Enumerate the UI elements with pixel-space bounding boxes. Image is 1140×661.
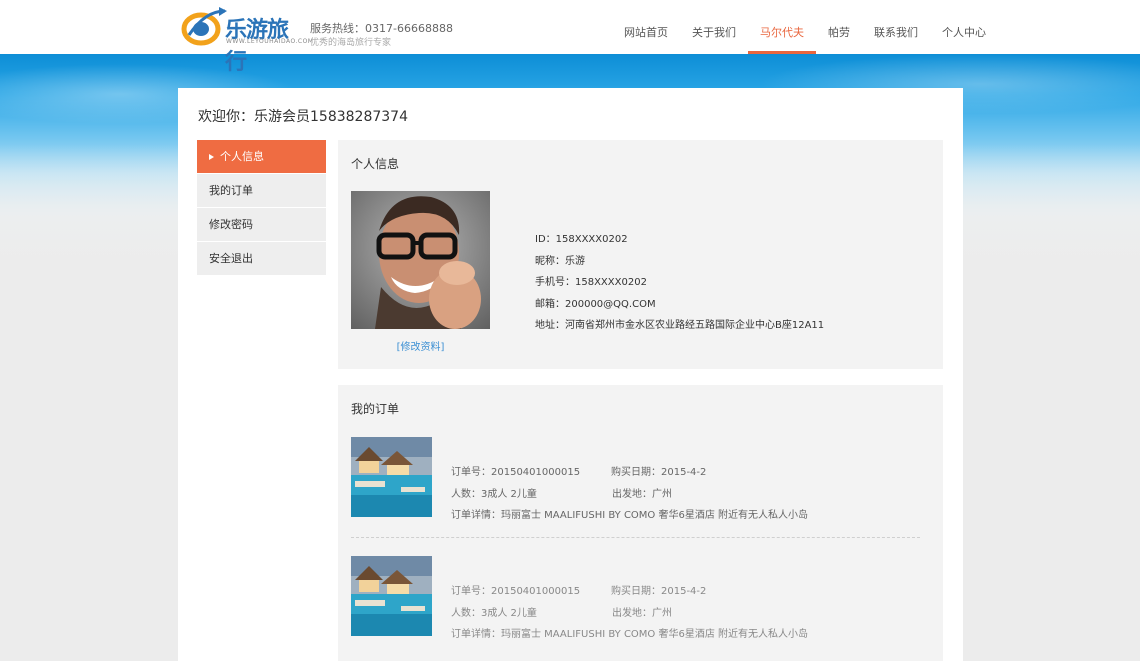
- sidebar-item-profile[interactable]: 个人信息: [197, 140, 326, 173]
- profile-card-title: 个人信息: [351, 157, 400, 171]
- sidebar-item-change-password[interactable]: 修改密码: [197, 208, 326, 241]
- tagline: 优秀的海岛旅行专家: [310, 38, 392, 48]
- order-number: 订单号：20150401000015: [451, 467, 581, 478]
- edit-profile-link[interactable]: [修改资料]: [351, 338, 490, 353]
- orders-card: 我的订单 订单号：20150401000015 购买日期：2015-4-2 人数…: [338, 385, 943, 661]
- order-date: 购买日期：2015-4-2: [611, 586, 707, 597]
- sidebar: 个人信息 我的订单 修改密码 安全退出: [197, 140, 326, 276]
- logo-swirl-icon: [181, 7, 227, 46]
- main-nav: 网站首页 关于我们 马尔代夫 帕劳 联系我们 个人中心: [612, 0, 998, 54]
- order-date: 购买日期：2015-4-2: [611, 467, 707, 478]
- order-origin: 出发地：广州: [612, 608, 672, 619]
- order-people: 人数：3成人 2儿童: [451, 608, 537, 619]
- order-detail: 订单详情：玛丽富士 MAALIFUSHI BY COMO 奢华6星酒店 附近有无…: [451, 510, 809, 521]
- order-number: 订单号：20150401000015: [451, 586, 581, 597]
- sidebar-item-label: 修改密码: [209, 218, 253, 231]
- order-divider: [351, 537, 920, 538]
- order-people: 人数：3成人 2儿童: [451, 489, 537, 500]
- sidebar-item-label: 个人信息: [220, 150, 264, 163]
- orders-card-title: 我的订单: [351, 402, 400, 416]
- resort-photo: [351, 556, 432, 636]
- profile-email: 邮箱：200000@QQ.COM: [535, 298, 656, 310]
- order-thumbnail[interactable]: [351, 556, 432, 636]
- order-detail: 订单详情：玛丽富士 MAALIFUSHI BY COMO 奢华6星酒店 附近有无…: [451, 629, 809, 640]
- order-origin: 出发地：广州: [612, 489, 672, 500]
- user-center-panel: 欢迎你：乐游会员15838287374 个人信息 我的订单 修改密码 安全退出 …: [178, 88, 963, 661]
- order-item[interactable]: 订单号：20150401000015 购买日期：2015-4-2 人数：3成人 …: [351, 556, 911, 640]
- profile-info: ID：158XXXX0202 昵称：乐游 手机号：158XXXX0202 邮箱：…: [535, 229, 824, 337]
- welcome-message: 欢迎你：乐游会员15838287374: [198, 109, 408, 125]
- logo-url: WWW.LEYOUHAIDAO.COM: [226, 38, 314, 45]
- site-header: 乐游旅行 WWW.LEYOUHAIDAO.COM 服务热线：0317-66668…: [0, 0, 1140, 75]
- sidebar-item-label: 我的订单: [209, 184, 253, 197]
- nav-item-home[interactable]: 网站首页: [612, 0, 680, 54]
- avatar-photo: [351, 191, 490, 329]
- service-hotline: 服务热线：0317-66668888: [310, 22, 453, 35]
- profile-address: 地址：河南省郑州市金水区农业路经五路国际企业中心B座12A11: [535, 320, 825, 331]
- profile-card: 个人信息 [修改资料] ID：158XXXX0202 昵称：乐游 手机号：158…: [338, 140, 943, 369]
- profile-id: ID：158XXXX0202: [535, 234, 628, 245]
- sidebar-item-orders[interactable]: 我的订单: [197, 174, 326, 207]
- nav-item-maldives[interactable]: 马尔代夫: [748, 0, 816, 54]
- nav-item-user-center[interactable]: 个人中心: [930, 0, 998, 54]
- order-thumbnail[interactable]: [351, 437, 432, 517]
- triangle-right-icon: [209, 154, 214, 160]
- resort-photo: [351, 437, 432, 517]
- sidebar-item-logout[interactable]: 安全退出: [197, 242, 326, 275]
- profile-phone: 手机号：158XXXX0202: [535, 277, 647, 288]
- nav-item-contact[interactable]: 联系我们: [862, 0, 930, 54]
- avatar: [351, 191, 490, 329]
- order-item[interactable]: 订单号：20150401000015 购买日期：2015-4-2 人数：3成人 …: [351, 437, 911, 521]
- sidebar-item-label: 安全退出: [209, 252, 253, 265]
- site-logo[interactable]: 乐游旅行 WWW.LEYOUHAIDAO.COM: [179, 5, 313, 75]
- nav-item-about[interactable]: 关于我们: [680, 0, 748, 54]
- profile-nickname: 昵称：乐游: [535, 255, 585, 267]
- nav-item-palau[interactable]: 帕劳: [816, 0, 862, 54]
